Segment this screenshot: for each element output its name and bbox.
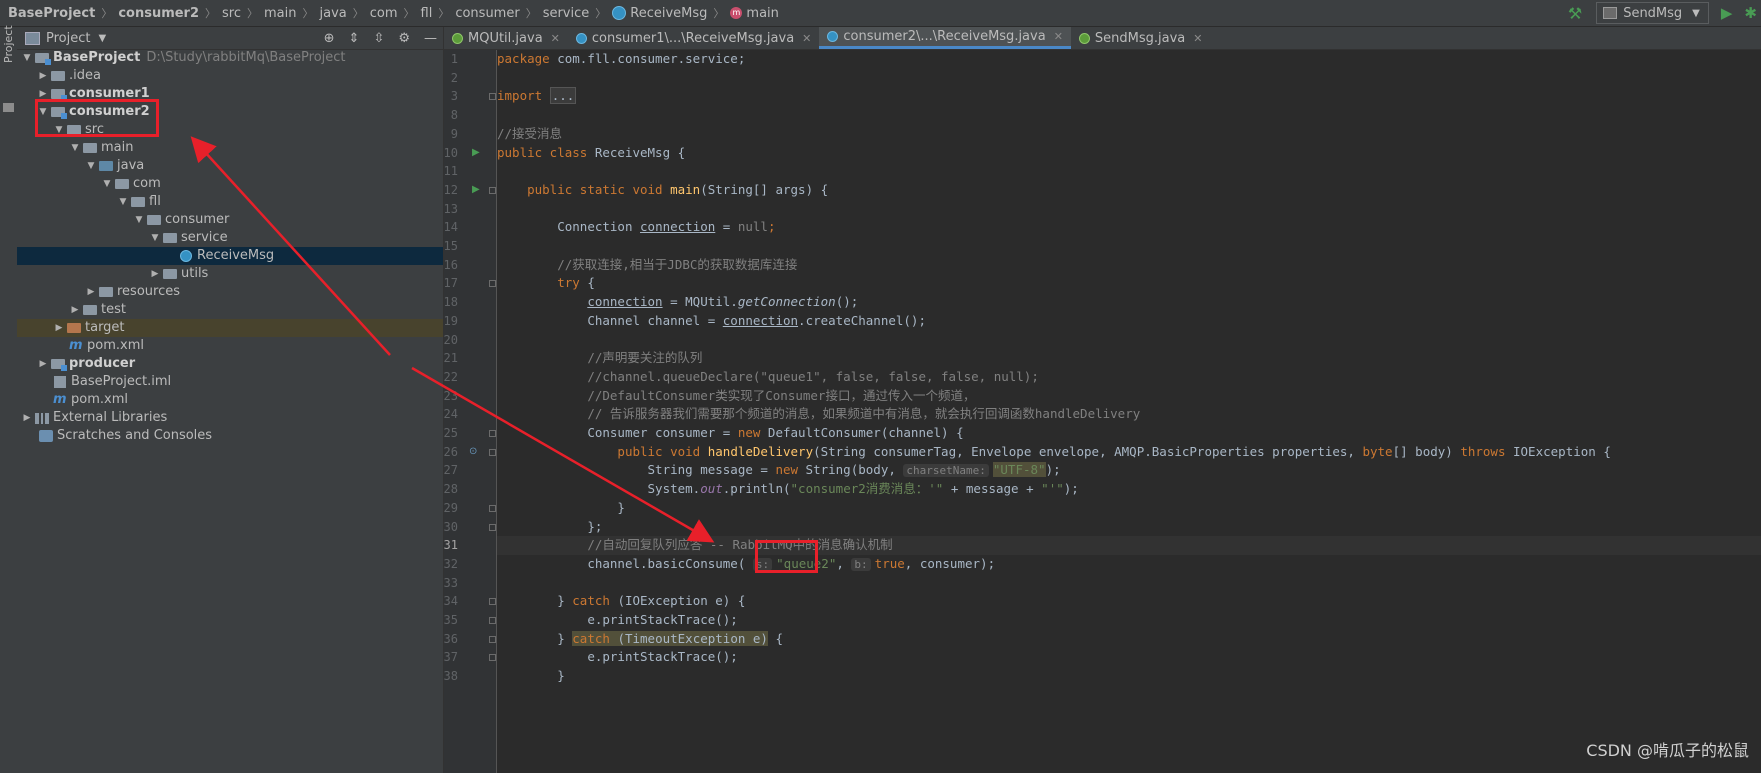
- arrow-to-queue2: [411, 366, 715, 543]
- arrow-to-consumer2: [190, 136, 391, 356]
- watermark: CSDN @啃瓜子的松鼠: [1586, 741, 1749, 760]
- annotation-arrows: [190, 136, 715, 543]
